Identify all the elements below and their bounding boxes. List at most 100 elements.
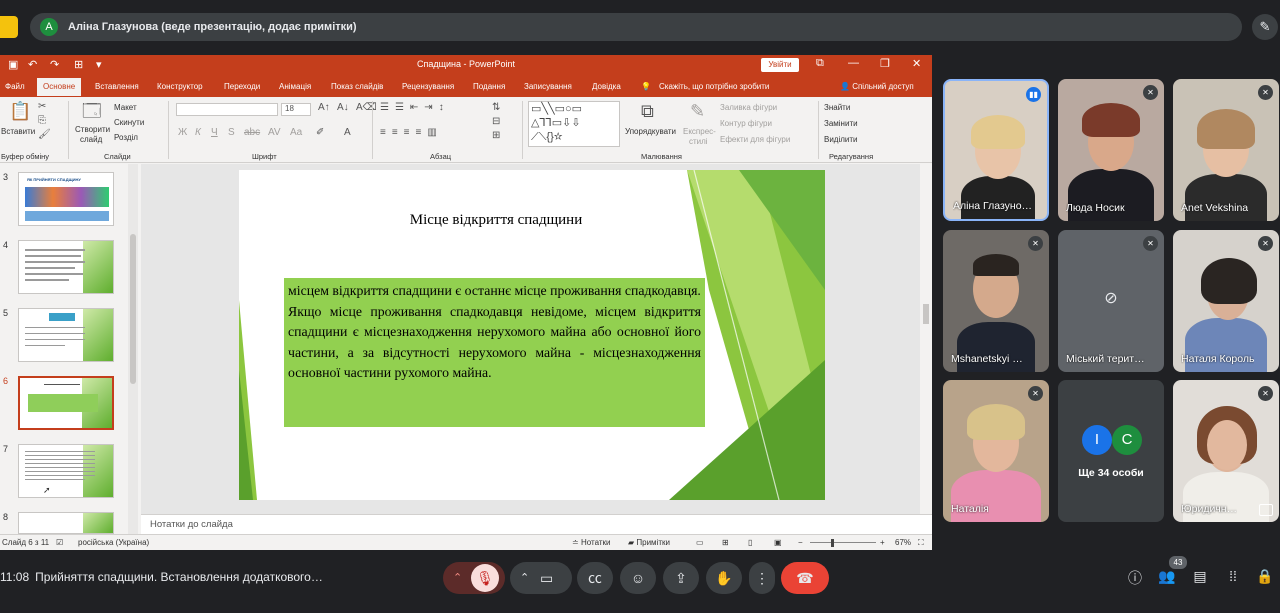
cut-icon[interactable]: ✂ xyxy=(38,101,46,112)
find-button[interactable]: Знайти xyxy=(824,103,850,112)
smartart-icon[interactable]: ⊞ xyxy=(492,130,500,141)
font-color-icon[interactable]: A xyxy=(344,127,351,138)
participant-tile-alina[interactable]: ▮▮ Аліна Глазуно… xyxy=(943,79,1049,221)
tab-slideshow[interactable]: Показ слайдів xyxy=(331,82,383,91)
arrange-button[interactable]: Упорядкувати xyxy=(625,127,676,136)
layout-button[interactable]: Макет xyxy=(114,103,137,112)
people-icon[interactable]: 👥 xyxy=(1157,568,1177,585)
zoom-slider[interactable] xyxy=(810,542,876,543)
sorter-view-icon[interactable]: ⊞ xyxy=(722,538,729,547)
zoom-in-icon[interactable]: + xyxy=(880,538,885,547)
chat-icon[interactable]: ▤ xyxy=(1190,568,1210,585)
arrange-icon[interactable]: ⧉ xyxy=(641,101,654,122)
italic-icon[interactable]: К xyxy=(195,127,201,138)
participant-tile-city[interactable]: ⊘ ✕ Міський терит… xyxy=(1058,230,1164,372)
list-icons[interactable]: ☰☰⇤⇥↕ xyxy=(380,102,450,113)
annotate-pen-icon[interactable]: ✎ xyxy=(1252,14,1278,40)
tab-file[interactable]: Файл xyxy=(5,82,25,91)
captions-icon[interactable]: ㏄ xyxy=(577,562,613,594)
normal-view-icon[interactable]: ▭ xyxy=(696,538,704,547)
current-slide[interactable]: Місце відкриття спадщини місцем відкритт… xyxy=(239,170,825,500)
camera-icon[interactable]: ▭ xyxy=(540,562,553,594)
tab-home[interactable]: Основне xyxy=(37,78,82,96)
zoom-out-icon[interactable]: − xyxy=(798,538,803,547)
tab-view[interactable]: Подання xyxy=(473,82,505,91)
tab-design[interactable]: Конструктор xyxy=(157,82,203,91)
zoom-level[interactable]: 67% xyxy=(895,538,911,547)
reset-button[interactable]: Скинути xyxy=(114,118,144,127)
participant-tile-mshanetskyi[interactable]: ✕ Mshanetskyi … xyxy=(943,230,1049,372)
copy-icon[interactable]: ⎘ xyxy=(38,115,46,126)
decrease-font-icon[interactable]: A↓ xyxy=(337,102,349,113)
quick-styles-label-1[interactable]: Експрес- xyxy=(683,127,716,136)
pin-icon[interactable] xyxy=(1259,504,1273,516)
shadow-icon[interactable]: S xyxy=(228,127,235,138)
scrollbar-thumb[interactable] xyxy=(923,304,929,324)
participant-tile-legal[interactable]: ✕ Юридичн… xyxy=(1173,380,1279,522)
new-slide-label-2[interactable]: слайд xyxy=(80,135,102,144)
shape-outline-button[interactable]: Контур фігури xyxy=(720,119,772,128)
slideshow-view-icon[interactable]: ▣ xyxy=(774,538,782,547)
tell-me-search[interactable]: Скажіть, що потрібно зробити xyxy=(659,82,769,91)
tab-insert[interactable]: Вставлення xyxy=(95,82,139,91)
camera-options-chevron-icon[interactable]: ⌃ xyxy=(520,562,529,594)
select-button[interactable]: Виділити xyxy=(824,135,858,144)
section-button[interactable]: Розділ xyxy=(114,133,138,142)
meeting-details-icon[interactable]: ⓘ xyxy=(1125,568,1145,588)
font-size-input[interactable]: 18 xyxy=(281,103,311,116)
more-options-icon[interactable]: ⋮ xyxy=(749,562,775,594)
highlight-icon[interactable]: ✐ xyxy=(316,127,324,138)
spacing-icon[interactable]: AV xyxy=(268,127,281,138)
shapes-gallery[interactable]: ▭╲╲▭○▭ △⅂⅂▭⇩⇩ ⟋⟍{}☆ xyxy=(528,101,620,147)
editor-scrollbar[interactable] xyxy=(920,164,932,514)
slide-thumbnail-6-selected[interactable] xyxy=(18,376,114,430)
quick-styles-label-2[interactable]: стилі xyxy=(689,137,708,146)
participant-tile-natalia[interactable]: ✕ Наталія xyxy=(943,380,1049,522)
quick-styles-icon[interactable]: ✎ xyxy=(690,101,705,122)
participant-tile-anet[interactable]: ✕ Anet Vekshina xyxy=(1173,79,1279,221)
minimize-icon[interactable]: — xyxy=(848,57,859,69)
text-direction-icon[interactable]: ⇅ xyxy=(492,102,500,113)
slide-thumbnail-5[interactable] xyxy=(18,308,114,362)
align-text-icon[interactable]: ⊟ xyxy=(492,116,500,127)
font-name-input[interactable] xyxy=(176,103,278,116)
close-icon[interactable]: ✕ xyxy=(912,57,921,70)
replace-button[interactable]: Замінити xyxy=(824,119,858,128)
underline-icon[interactable]: Ч xyxy=(211,127,218,138)
reading-view-icon[interactable]: ▯ xyxy=(748,538,752,547)
tab-review[interactable]: Рецензування xyxy=(402,82,454,91)
format-painter-icon[interactable]: 🖌 xyxy=(38,129,51,140)
raise-hand-icon[interactable]: ✋ xyxy=(706,562,742,594)
notes-toggle[interactable]: ≐ Нотатки xyxy=(572,538,610,547)
align-icons[interactable]: ≡≡≡≡▥ xyxy=(380,127,443,138)
spellcheck-icon[interactable]: ☑ xyxy=(56,538,63,547)
end-call-icon[interactable]: ☎ xyxy=(781,562,829,594)
more-participants-tile[interactable]: I C Ще 34 особи xyxy=(1058,380,1164,522)
activities-icon[interactable]: ⁞⁞ xyxy=(1223,568,1243,584)
shape-fill-button[interactable]: Заливка фігури xyxy=(720,103,777,112)
presentation-chip[interactable] xyxy=(0,16,18,38)
fit-slide-icon[interactable]: ⛶ xyxy=(918,538,924,548)
paste-icon[interactable]: 📋 xyxy=(9,101,31,122)
language-status[interactable]: російська (Україна) xyxy=(78,538,149,547)
host-controls-icon[interactable]: 🔒 xyxy=(1255,568,1275,585)
bold-icon[interactable]: Ж xyxy=(178,127,187,138)
slide-thumbnail-3[interactable]: ЯК ПРИЙНЯТИ СПАДЩИНУ xyxy=(18,172,114,226)
slide-thumbnail-8[interactable] xyxy=(18,512,114,534)
emoji-icon[interactable]: ☺ xyxy=(620,562,656,594)
share-button[interactable]: 👤 Спільний доступ xyxy=(840,82,914,91)
scrollbar-thumb[interactable] xyxy=(130,234,136,384)
clear-format-icon[interactable]: A⌫ xyxy=(356,102,377,113)
zoom-slider-handle[interactable] xyxy=(831,539,834,547)
notes-pane[interactable]: Нотатки до слайда xyxy=(141,514,932,534)
participant-tile-liuda[interactable]: ✕ Люда Носик xyxy=(1058,79,1164,221)
slide-thumbnail-7[interactable]: ➚ xyxy=(18,444,114,498)
present-screen-icon[interactable]: ⇪ xyxy=(663,562,699,594)
participant-tile-natalia-korol[interactable]: ✕ Наталя Король xyxy=(1173,230,1279,372)
mic-options-chevron-icon[interactable]: ⌃ xyxy=(453,562,462,594)
thumbnails-scrollbar[interactable] xyxy=(128,164,138,534)
increase-font-icon[interactable]: A↑ xyxy=(318,102,330,113)
slide-thumbnail-4[interactable] xyxy=(18,240,114,294)
shape-effects-button[interactable]: Ефекти для фігури xyxy=(720,135,790,144)
ribbon-display-icon[interactable]: ⧉ xyxy=(816,57,824,70)
